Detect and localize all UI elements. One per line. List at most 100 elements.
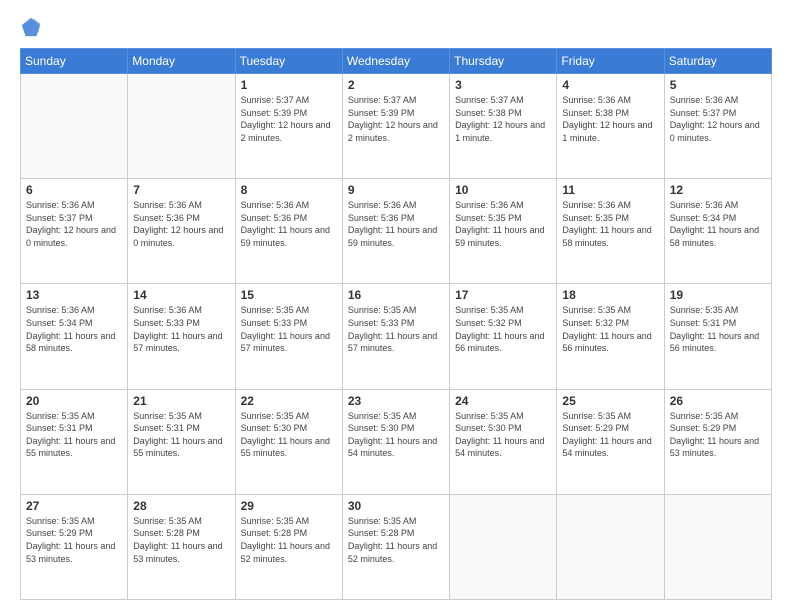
calendar-cell: 13 Sunrise: 5:36 AM Sunset: 5:34 PM Dayli… <box>21 284 128 389</box>
day-info: Sunrise: 5:35 AM Sunset: 5:30 PM Dayligh… <box>348 410 444 460</box>
day-info: Sunrise: 5:35 AM Sunset: 5:29 PM Dayligh… <box>670 410 766 460</box>
day-info: Sunrise: 5:35 AM Sunset: 5:29 PM Dayligh… <box>562 410 658 460</box>
calendar-cell: 26Sunrise: 5:35 AM Sunset: 5:29 PM Dayli… <box>664 389 771 494</box>
calendar-week-3: 13 Sunrise: 5:36 AM Sunset: 5:34 PM Dayli… <box>21 284 772 389</box>
calendar-cell <box>450 494 557 599</box>
calendar-weekday-saturday: Saturday <box>664 49 771 74</box>
day-info: Sunrise: 5:35 AM Sunset: 5:32 PM Dayligh… <box>455 304 551 354</box>
day-number: 20 <box>26 394 122 408</box>
day-info: Sunrise: 5:35 AM Sunset: 5:33 PM Dayligh… <box>241 304 337 354</box>
day-info: Sunrise: 5:36 AM Sunset: 5:36 PM Dayligh… <box>241 199 337 249</box>
calendar-cell: 3Sunrise: 5:37 AM Sunset: 5:38 PM Daylig… <box>450 74 557 179</box>
day-number: 21 <box>133 394 229 408</box>
day-number: 15 <box>241 288 337 302</box>
day-number: 28 <box>133 499 229 513</box>
day-info: Sunrise: 5:37 AM Sunset: 5:39 PM Dayligh… <box>241 94 337 144</box>
day-number: 13 <box>26 288 122 302</box>
calendar-cell: 2 Sunrise: 5:37 AM Sunset: 5:39 PM Daylig… <box>342 74 449 179</box>
day-info: Sunrise: 5:36 AM Sunset: 5:36 PM Dayligh… <box>348 199 444 249</box>
calendar-week-5: 27 Sunrise: 5:35 AM Sunset: 5:29 PM Dayli… <box>21 494 772 599</box>
day-info: Sunrise: 5:35 AM Sunset: 5:31 PM Dayligh… <box>133 410 229 460</box>
calendar-weekday-monday: Monday <box>128 49 235 74</box>
calendar-cell: 5 Sunrise: 5:36 AM Sunset: 5:37 PM Daylig… <box>664 74 771 179</box>
calendar-cell: 1 Sunrise: 5:37 AM Sunset: 5:39 PM Daylig… <box>235 74 342 179</box>
day-info: Sunrise: 5:35 AM Sunset: 5:30 PM Dayligh… <box>455 410 551 460</box>
day-info: Sunrise: 5:35 AM Sunset: 5:28 PM Dayligh… <box>241 515 337 565</box>
calendar-cell: 30 Sunrise: 5:35 AM Sunset: 5:28 PM Dayli… <box>342 494 449 599</box>
day-info: Sunrise: 5:36 AM Sunset: 5:36 PM Dayligh… <box>133 199 229 249</box>
day-info: Sunrise: 5:36 AM Sunset: 5:34 PM Dayligh… <box>670 199 766 249</box>
day-info: Sunrise: 5:36 AM Sunset: 5:33 PM Dayligh… <box>133 304 229 354</box>
day-info: Sunrise: 5:36 AM Sunset: 5:34 PM Dayligh… <box>26 304 122 354</box>
calendar-cell <box>664 494 771 599</box>
day-info: Sunrise: 5:36 AM Sunset: 5:38 PM Dayligh… <box>562 94 658 144</box>
calendar-week-4: 20 Sunrise: 5:35 AM Sunset: 5:31 PM Dayli… <box>21 389 772 494</box>
calendar-cell: 18 Sunrise: 5:35 AM Sunset: 5:32 PM Dayli… <box>557 284 664 389</box>
day-number: 30 <box>348 499 444 513</box>
calendar-weekday-friday: Friday <box>557 49 664 74</box>
day-info: Sunrise: 5:37 AM Sunset: 5:39 PM Dayligh… <box>348 94 444 144</box>
day-number: 22 <box>241 394 337 408</box>
calendar-cell: 12Sunrise: 5:36 AM Sunset: 5:34 PM Dayli… <box>664 179 771 284</box>
day-number: 29 <box>241 499 337 513</box>
calendar-cell: 9 Sunrise: 5:36 AM Sunset: 5:36 PM Daylig… <box>342 179 449 284</box>
calendar-weekday-wednesday: Wednesday <box>342 49 449 74</box>
calendar-cell: 22 Sunrise: 5:35 AM Sunset: 5:30 PM Dayli… <box>235 389 342 494</box>
header <box>20 16 772 38</box>
day-number: 5 <box>670 78 766 92</box>
logo <box>20 16 46 38</box>
calendar-cell: 29 Sunrise: 5:35 AM Sunset: 5:28 PM Dayli… <box>235 494 342 599</box>
day-number: 23 <box>348 394 444 408</box>
calendar-cell: 7 Sunrise: 5:36 AM Sunset: 5:36 PM Daylig… <box>128 179 235 284</box>
calendar-cell: 4Sunrise: 5:36 AM Sunset: 5:38 PM Daylig… <box>557 74 664 179</box>
calendar-weekday-sunday: Sunday <box>21 49 128 74</box>
calendar-cell: 6 Sunrise: 5:36 AM Sunset: 5:37 PM Daylig… <box>21 179 128 284</box>
day-info: Sunrise: 5:35 AM Sunset: 5:32 PM Dayligh… <box>562 304 658 354</box>
day-number: 2 <box>348 78 444 92</box>
calendar-table: SundayMondayTuesdayWednesdayThursdayFrid… <box>20 48 772 600</box>
page: SundayMondayTuesdayWednesdayThursdayFrid… <box>0 0 792 612</box>
calendar-cell: 25Sunrise: 5:35 AM Sunset: 5:29 PM Dayli… <box>557 389 664 494</box>
day-number: 27 <box>26 499 122 513</box>
logo-icon <box>20 16 42 38</box>
calendar-cell: 11Sunrise: 5:36 AM Sunset: 5:35 PM Dayli… <box>557 179 664 284</box>
day-number: 19 <box>670 288 766 302</box>
day-info: Sunrise: 5:35 AM Sunset: 5:29 PM Dayligh… <box>26 515 122 565</box>
day-info: Sunrise: 5:35 AM Sunset: 5:28 PM Dayligh… <box>348 515 444 565</box>
calendar-cell: 15 Sunrise: 5:35 AM Sunset: 5:33 PM Dayli… <box>235 284 342 389</box>
day-number: 24 <box>455 394 551 408</box>
calendar-cell: 16 Sunrise: 5:35 AM Sunset: 5:33 PM Dayli… <box>342 284 449 389</box>
calendar-cell: 27 Sunrise: 5:35 AM Sunset: 5:29 PM Dayli… <box>21 494 128 599</box>
calendar-header-row: SundayMondayTuesdayWednesdayThursdayFrid… <box>21 49 772 74</box>
day-number: 9 <box>348 183 444 197</box>
day-info: Sunrise: 5:35 AM Sunset: 5:30 PM Dayligh… <box>241 410 337 460</box>
day-info: Sunrise: 5:36 AM Sunset: 5:35 PM Dayligh… <box>455 199 551 249</box>
day-number: 10 <box>455 183 551 197</box>
day-number: 1 <box>241 78 337 92</box>
calendar-cell: 14 Sunrise: 5:36 AM Sunset: 5:33 PM Dayli… <box>128 284 235 389</box>
day-number: 11 <box>562 183 658 197</box>
day-number: 6 <box>26 183 122 197</box>
day-number: 7 <box>133 183 229 197</box>
day-info: Sunrise: 5:37 AM Sunset: 5:38 PM Dayligh… <box>455 94 551 144</box>
day-info: Sunrise: 5:35 AM Sunset: 5:33 PM Dayligh… <box>348 304 444 354</box>
calendar-cell: 28 Sunrise: 5:35 AM Sunset: 5:28 PM Dayli… <box>128 494 235 599</box>
calendar-cell: 21 Sunrise: 5:35 AM Sunset: 5:31 PM Dayli… <box>128 389 235 494</box>
calendar-cell: 17 Sunrise: 5:35 AM Sunset: 5:32 PM Dayli… <box>450 284 557 389</box>
day-number: 17 <box>455 288 551 302</box>
day-info: Sunrise: 5:35 AM Sunset: 5:31 PM Dayligh… <box>26 410 122 460</box>
day-info: Sunrise: 5:36 AM Sunset: 5:37 PM Dayligh… <box>26 199 122 249</box>
day-info: Sunrise: 5:35 AM Sunset: 5:31 PM Dayligh… <box>670 304 766 354</box>
day-info: Sunrise: 5:36 AM Sunset: 5:37 PM Dayligh… <box>670 94 766 144</box>
calendar-cell: 20 Sunrise: 5:35 AM Sunset: 5:31 PM Dayli… <box>21 389 128 494</box>
calendar-cell: 8Sunrise: 5:36 AM Sunset: 5:36 PM Daylig… <box>235 179 342 284</box>
day-number: 14 <box>133 288 229 302</box>
day-number: 16 <box>348 288 444 302</box>
calendar-week-2: 6 Sunrise: 5:36 AM Sunset: 5:37 PM Daylig… <box>21 179 772 284</box>
calendar-weekday-tuesday: Tuesday <box>235 49 342 74</box>
calendar-week-1: 1 Sunrise: 5:37 AM Sunset: 5:39 PM Daylig… <box>21 74 772 179</box>
day-info: Sunrise: 5:35 AM Sunset: 5:28 PM Dayligh… <box>133 515 229 565</box>
day-number: 18 <box>562 288 658 302</box>
calendar-cell <box>557 494 664 599</box>
calendar-cell <box>128 74 235 179</box>
